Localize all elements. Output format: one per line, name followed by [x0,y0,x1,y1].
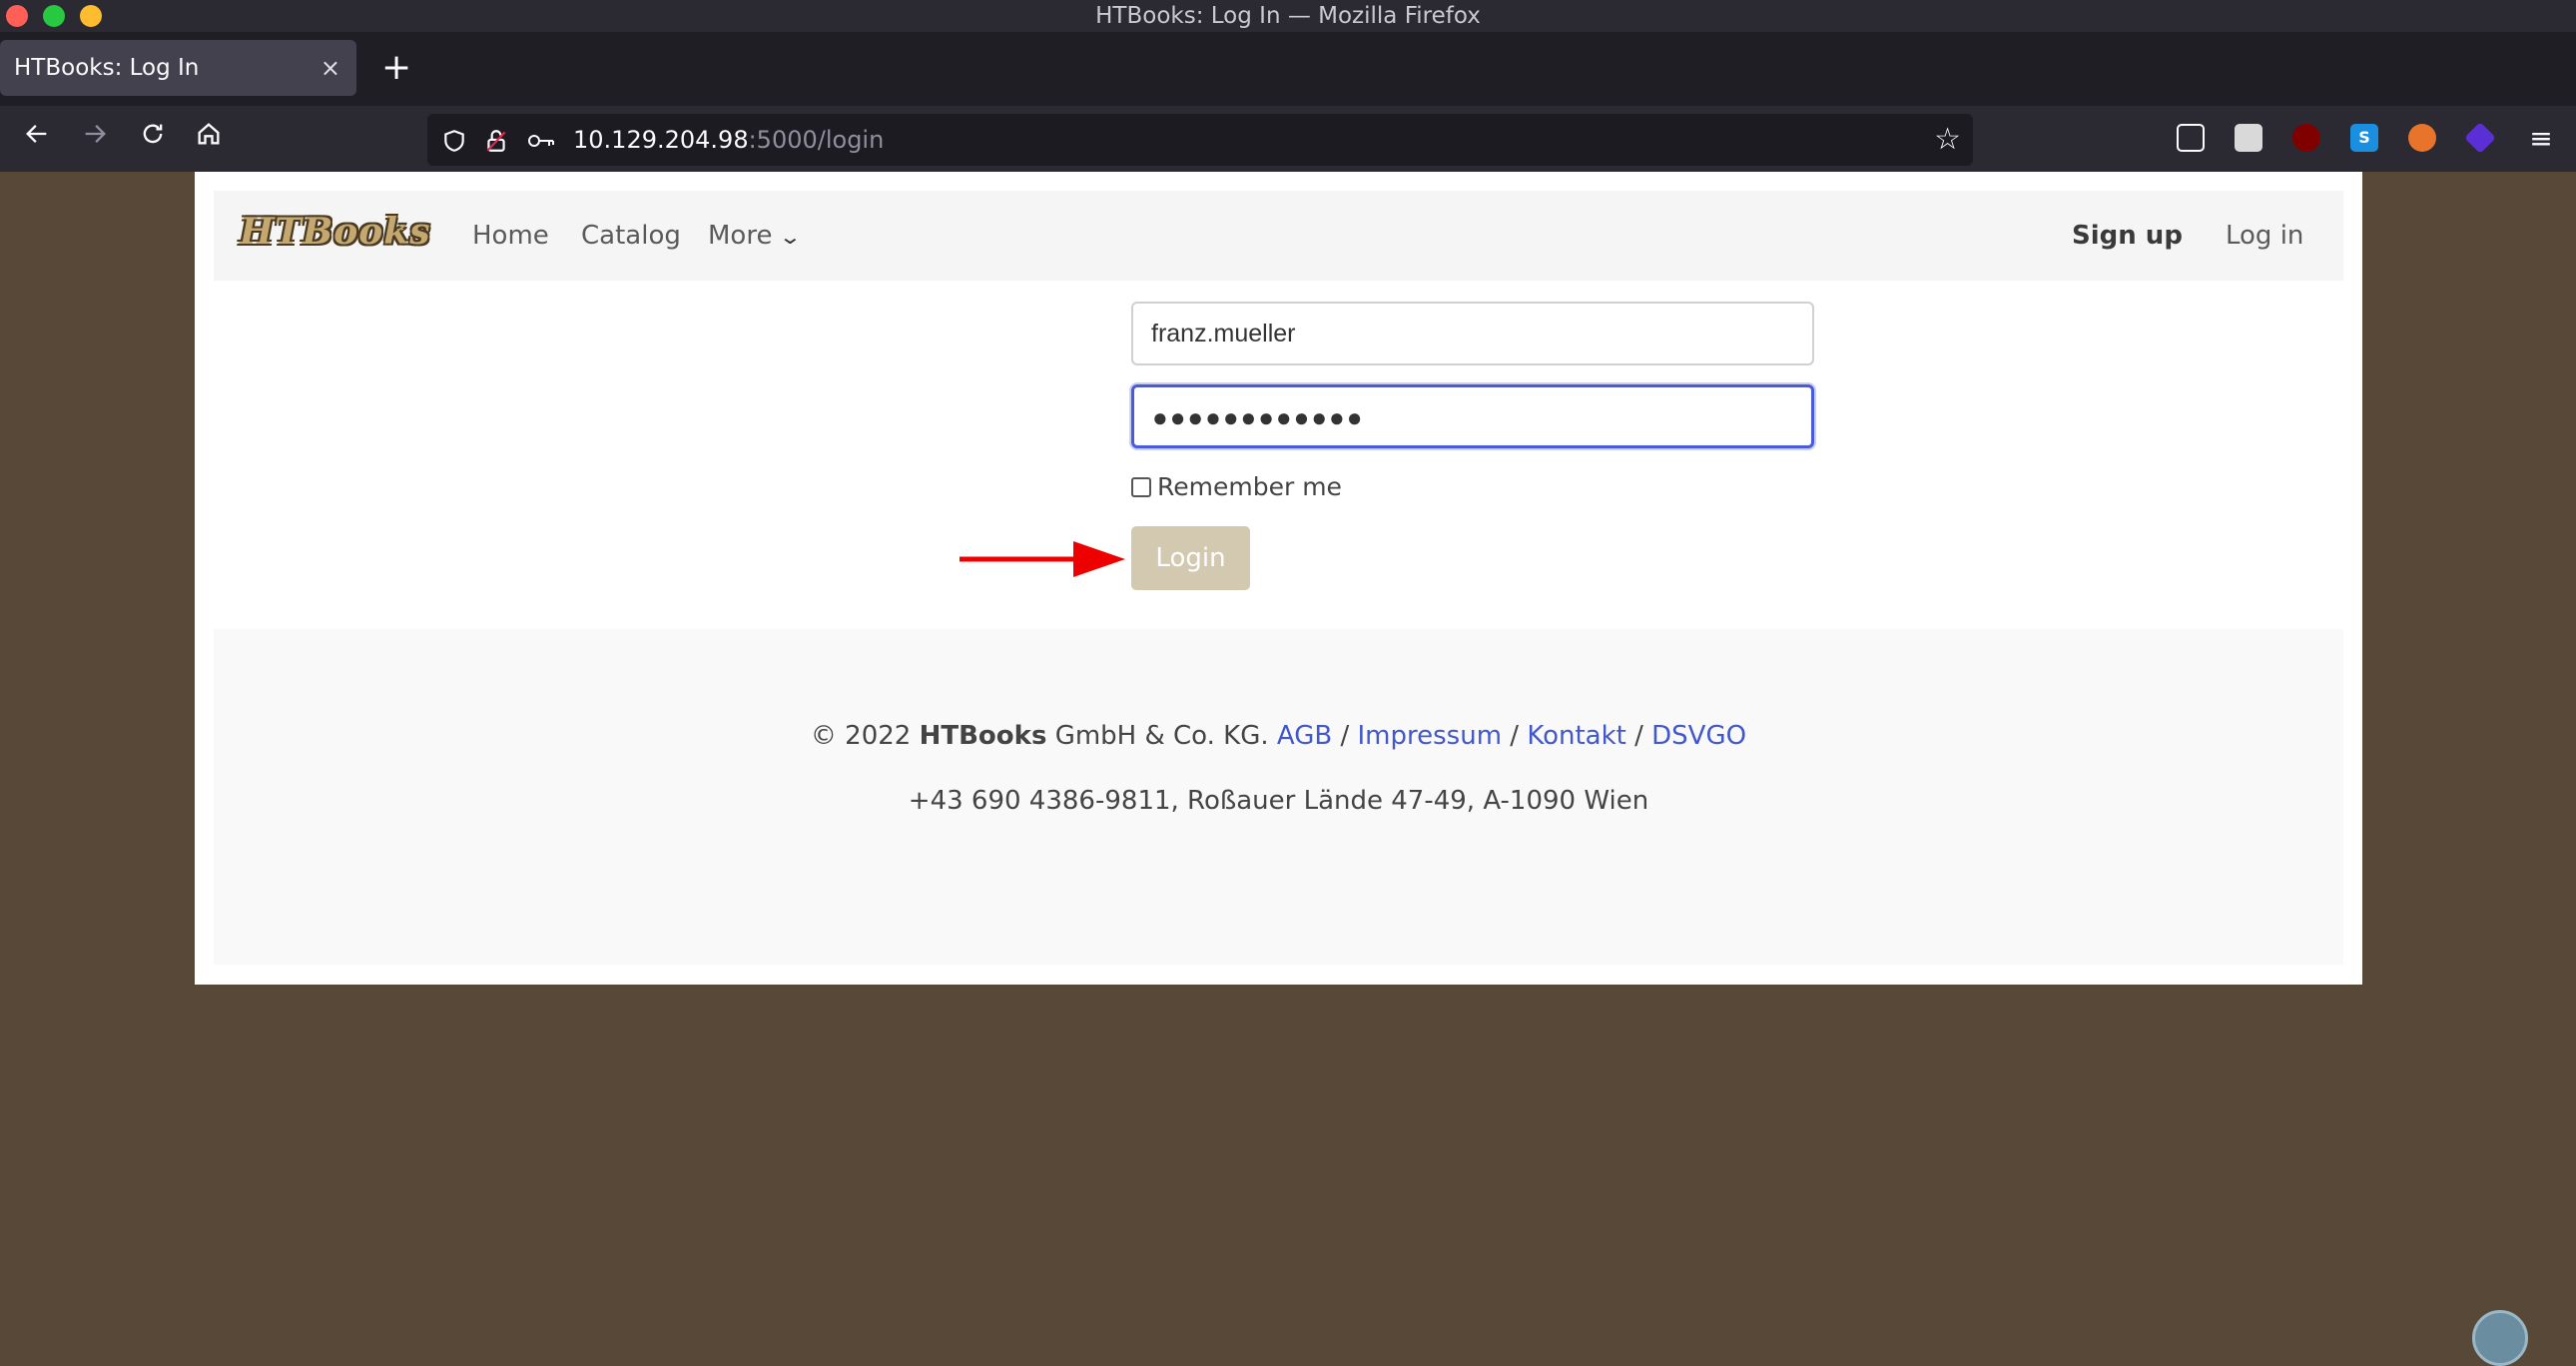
remember-me-label[interactable]: Remember me [1157,472,1342,501]
hamburger-menu-icon[interactable]: ≡ [2518,116,2564,162]
nav-more-dropdown[interactable]: More ⌄ [708,191,803,282]
nav-more-label: More [708,221,773,251]
address-bar[interactable]: 10.129.204.98:5000/login ☆ [427,114,1973,166]
window-titlebar: HTBooks: Log In — Mozilla Firefox [0,0,2576,32]
insecure-lock-icon[interactable] [483,114,509,166]
login-button[interactable]: Login [1131,526,1250,590]
extension-icon[interactable] [2235,124,2262,152]
foxyproxy-icon[interactable] [2408,124,2436,152]
pocket-icon[interactable] [2177,124,2205,152]
clipboard-icon[interactable] [2472,1310,2528,1366]
ublock-icon[interactable] [2292,124,2320,152]
remember-me-checkbox[interactable] [1131,476,1151,497]
key-icon[interactable] [527,114,555,166]
remember-me-row: Remember me [1131,472,1342,501]
footer-address: +43 690 4386-9811, Roßauer Lände 47-49, … [908,786,1649,816]
footer-separator: / [1340,721,1350,751]
url-path: :5000/login [748,126,885,154]
tab-close-icon[interactable]: × [321,40,340,96]
footer-link-impressum[interactable]: Impressum [1358,721,1503,751]
home-icon[interactable] [186,116,232,162]
window-controls [6,5,102,27]
footer-link-agb[interactable]: AGB [1277,721,1332,751]
wappalyzer-icon[interactable] [2464,122,2496,154]
footer-link-dsvgo[interactable]: DSVGO [1651,721,1746,751]
site-logo[interactable]: HTBooks [240,211,430,253]
bookmark-star-icon[interactable]: ☆ [1934,114,1961,166]
window-title: HTBooks: Log In — Mozilla Firefox [1095,3,1481,29]
close-window-button[interactable] [6,5,28,27]
tab-title: HTBooks: Log In [14,55,200,81]
nav-login-link[interactable]: Log in [2226,191,2303,281]
forward-arrow-icon[interactable] [72,116,118,162]
footer-separator: / [1510,721,1520,751]
nav-catalog-link[interactable]: Catalog [581,191,681,281]
reload-icon[interactable] [130,116,176,162]
site-footer: © 2022 HTBooks GmbH & Co. KG. AGB / Impr… [214,629,2343,965]
shield-icon[interactable] [441,114,467,166]
footer-brand: HTBooks [919,721,1047,751]
s-extension-icon[interactable]: S [2350,124,2378,152]
back-arrow-icon[interactable] [14,116,60,162]
username-field[interactable]: franz.mueller [1131,302,1814,365]
footer-separator: / [1634,721,1643,751]
footer-link-kontakt[interactable]: Kontakt [1527,721,1626,751]
nav-home-link[interactable]: Home [472,191,549,281]
tab-bar: HTBooks: Log In × + [0,32,2576,106]
browser-toolbar: 10.129.204.98:5000/login ☆ S ≡ [0,106,2576,172]
browser-tab[interactable]: HTBooks: Log In × [0,40,356,96]
maximize-window-button[interactable] [43,5,65,27]
footer-copyright-line: © 2022 HTBooks GmbH & Co. KG. AGB / Impr… [214,721,2343,751]
nav-signup-link[interactable]: Sign up [2072,191,2183,281]
new-tab-button[interactable]: + [381,46,411,90]
page-container: HTBooks Home Catalog More ⌄ Sign up Log i… [195,172,2362,985]
site-navbar: HTBooks Home Catalog More ⌄ Sign up Log i… [214,191,2343,281]
url-host: 10.129.204.98 [573,126,749,154]
footer-company: GmbH & Co. KG. [1054,721,1269,751]
chevron-down-icon: ⌄ [779,225,803,249]
footer-copyright: © 2022 [810,721,912,751]
password-field[interactable]: ●●●●●●●●●●●● [1131,384,1814,448]
red-arrow-annotation-icon [960,541,1125,577]
minimize-window-button[interactable] [80,5,102,27]
